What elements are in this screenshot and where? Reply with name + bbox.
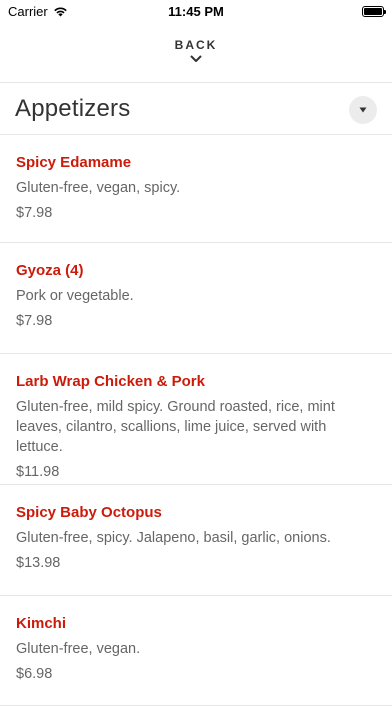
menu-item-gyoza[interactable]: Gyoza (4) Pork or vegetable. $7.98: [0, 243, 392, 354]
battery-icon: [362, 5, 386, 17]
item-name: Spicy Baby Octopus: [16, 504, 162, 521]
menu-item-spicy-edamame[interactable]: Spicy Edamame Gluten-free, vegan, spicy.…: [0, 135, 392, 243]
item-name: Spicy Edamame: [16, 154, 132, 171]
section-header: Appetizers: [0, 83, 392, 135]
item-price: $11.98: [16, 464, 60, 480]
menu-item-larb-wrap[interactable]: Larb Wrap Chicken & Pork Gluten-free, mi…: [0, 354, 392, 485]
status-bar: Carrier 11:45 PM: [0, 0, 392, 22]
item-name: Kimchi: [16, 615, 67, 632]
item-description: Pork or vegetable.: [16, 288, 134, 304]
item-price: $7.98: [16, 205, 53, 221]
back-label: BACK: [174, 38, 218, 52]
status-right: [362, 5, 386, 17]
menu-item-spicy-baby-octopus[interactable]: Spicy Baby Octopus Gluten-free, spicy. J…: [0, 485, 392, 596]
item-price: $13.98: [16, 555, 61, 571]
item-name: Larb Wrap Chicken & Pork: [16, 373, 205, 390]
item-name: Gyoza (4): [16, 262, 84, 279]
item-description: Gluten-free, vegan.: [16, 641, 141, 657]
back-button[interactable]: BACK: [0, 36, 392, 76]
chevron-down-icon: [190, 55, 202, 62]
item-description: Gluten-free, spicy. Jalapeno, basil, gar…: [16, 530, 331, 546]
caret-down-icon: [359, 107, 367, 113]
item-price: $6.98: [16, 666, 53, 682]
menu-item-kimchi[interactable]: Kimchi Gluten-free, vegan. $6.98: [0, 596, 392, 706]
menu-item-list: Spicy Edamame Gluten-free, vegan, spicy.…: [0, 135, 392, 706]
status-left: Carrier: [8, 4, 68, 19]
item-description: Gluten-free, mild spicy. Ground roasted,…: [16, 399, 335, 455]
item-price: $7.98: [16, 313, 53, 329]
item-description: Gluten-free, vegan, spicy.: [16, 180, 181, 196]
carrier-label: Carrier: [8, 3, 48, 19]
section-dropdown-button[interactable]: [349, 96, 377, 124]
wifi-icon: [53, 6, 67, 16]
section-title: Appetizers: [15, 95, 131, 122]
